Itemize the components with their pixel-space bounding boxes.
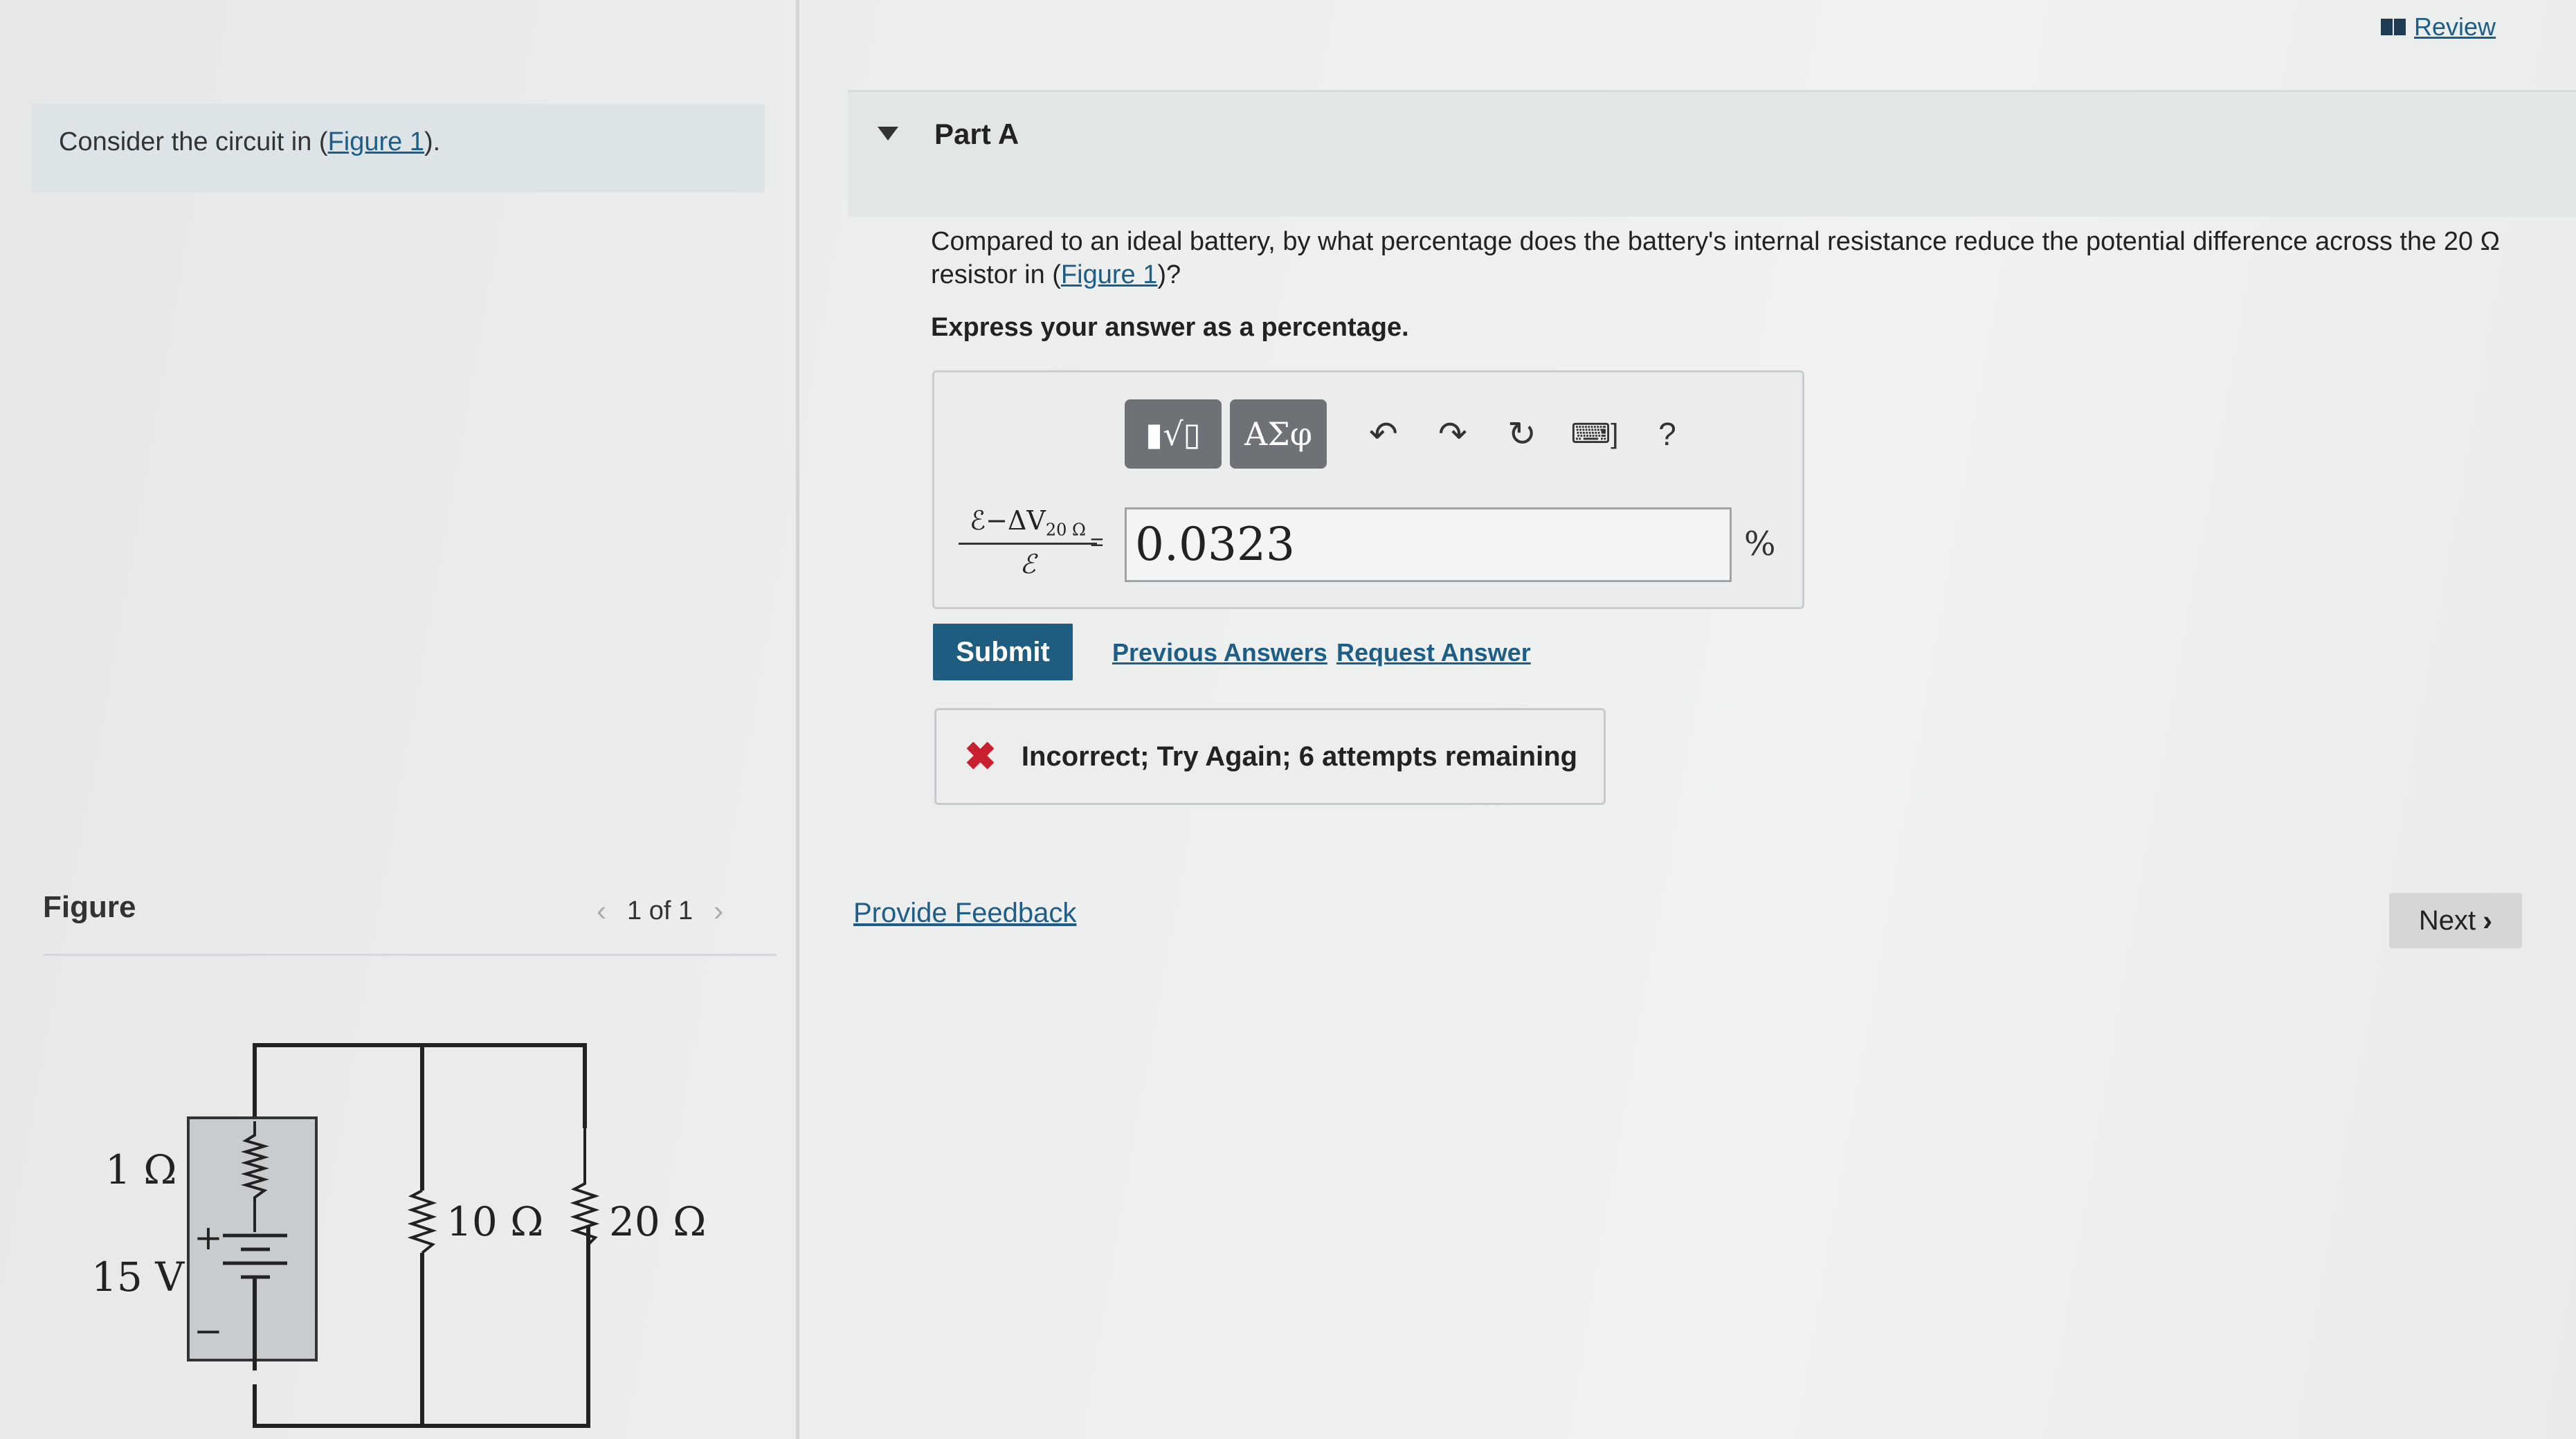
next-label: Next — [2418, 905, 2476, 936]
chevron-left-icon[interactable]: ‹ — [597, 894, 606, 927]
book-icon — [2381, 19, 2406, 35]
previous-answers-link[interactable]: Previous Answers — [1112, 638, 1327, 667]
request-answer-link[interactable]: Request Answer — [1336, 638, 1531, 667]
intro-text-end: ). — [424, 127, 441, 156]
left-pane: Consider the circuit in (Figure 1). Figu… — [0, 0, 796, 1439]
figure-link[interactable]: Figure 1 — [328, 127, 424, 156]
label-subscript: 20 Ω — [1045, 520, 1086, 540]
emf-label: 15 V — [91, 1254, 185, 1301]
answer-instructions: Express your answer as a percentage. — [931, 313, 1409, 342]
minus-terminal-label: − — [194, 1311, 223, 1351]
resistor-10-label: 10 Ω — [446, 1198, 543, 1245]
intro-box: Consider the circuit in (Figure 1). — [31, 104, 765, 192]
chevron-right-icon[interactable]: › — [714, 894, 723, 927]
undo-icon[interactable]: ↶ — [1349, 399, 1418, 469]
collapse-triangle-icon[interactable] — [878, 127, 898, 141]
figure-header: Figure ‹ 1 of 1 › — [43, 886, 777, 927]
math-toolbar: ▮√▯ ΑΣφ ↶ ↷ ↻ ⌨] ? — [1125, 396, 1727, 472]
question-figure-link[interactable]: Figure 1 — [1061, 260, 1157, 289]
pager-count: 1 of 1 — [627, 896, 693, 925]
equals-sign: = — [1090, 530, 1104, 556]
figure-pager: ‹ 1 of 1 › — [576, 894, 744, 927]
unit-label: % — [1744, 525, 1776, 563]
resistor-20-label: 20 Ω — [609, 1198, 706, 1245]
reset-icon[interactable]: ↻ — [1487, 399, 1557, 469]
keyboard-icon[interactable]: ⌨] — [1557, 399, 1633, 469]
chevron-right-icon: › — [2483, 904, 2493, 936]
help-icon[interactable]: ? — [1633, 399, 1702, 469]
feedback-message: ✖ Incorrect; Try Again; 6 attempts remai… — [934, 708, 1606, 805]
label-numerator: ℰ−ΔV — [970, 505, 1046, 536]
answer-input[interactable]: 0.0323 — [1125, 507, 1732, 582]
error-x-icon: ✖ — [964, 734, 997, 778]
greek-symbols-button[interactable]: ΑΣφ — [1230, 399, 1327, 469]
submit-button[interactable]: Submit — [933, 624, 1073, 680]
plus-terminal-label: + — [194, 1218, 223, 1258]
next-button[interactable]: Next › — [2389, 893, 2522, 948]
intro-text: Consider the circuit in ( — [59, 127, 328, 156]
pane-divider[interactable] — [796, 0, 799, 1439]
review-link[interactable]: Review — [2381, 12, 2496, 42]
circuit-diagram: 1 Ω 15 V 10 Ω 20 Ω + − — [91, 1043, 706, 1428]
provide-feedback-link[interactable]: Provide Feedback — [853, 898, 1076, 929]
answer-label: ℰ−ΔV20 Ω ℰ — [959, 505, 1097, 579]
figure-title: Figure — [43, 890, 136, 924]
redo-icon[interactable]: ↷ — [1418, 399, 1487, 469]
part-header[interactable] — [848, 92, 2576, 217]
label-denominator: ℰ — [1019, 548, 1036, 579]
templates-button[interactable]: ▮√▯ — [1125, 399, 1222, 469]
question-end: )? — [1157, 260, 1181, 289]
review-label: Review — [2414, 12, 2496, 41]
question-text: Compared to an ideal battery, by what pe… — [931, 225, 2523, 291]
figure-divider — [43, 954, 777, 956]
feedback-text: Incorrect; Try Again; 6 attempts remaini… — [1021, 741, 1578, 772]
part-title: Part A — [934, 118, 1019, 150]
internal-resistance-label: 1 Ω — [105, 1146, 176, 1193]
